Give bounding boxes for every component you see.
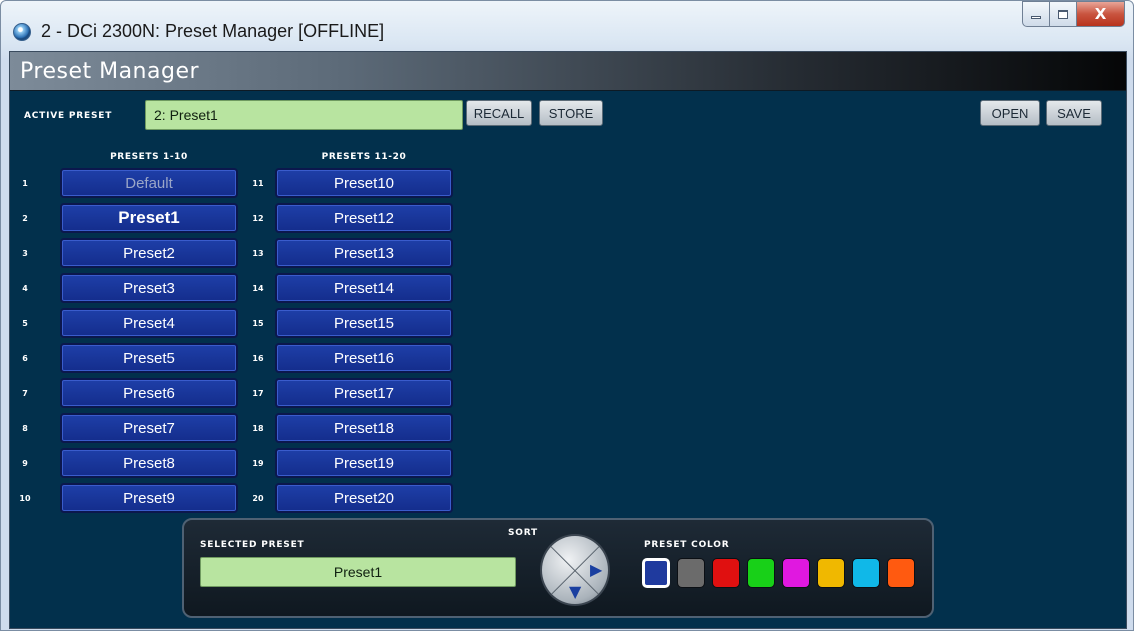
header-bar: Preset Manager bbox=[10, 52, 1126, 91]
color-swatch[interactable] bbox=[747, 558, 775, 588]
preset-button[interactable]: Preset8 bbox=[60, 448, 238, 478]
page-title: Preset Manager bbox=[20, 59, 200, 84]
preset-button[interactable]: Preset20 bbox=[275, 483, 453, 513]
preset-number: 13 bbox=[252, 249, 264, 258]
color-swatch[interactable] bbox=[712, 558, 740, 588]
sort-dial[interactable]: ▶ ▼ bbox=[540, 534, 610, 606]
preset-number: 12 bbox=[252, 214, 264, 223]
window-title: 2 - DCi 2300N: Preset Manager [OFFLINE] bbox=[41, 21, 385, 41]
preset-manager-window: 2 - DCi 2300N: Preset Manager [OFFLINE] … bbox=[0, 0, 1134, 631]
open-button[interactable]: OPEN bbox=[980, 100, 1040, 126]
arrow-down-icon[interactable]: ▼ bbox=[569, 584, 581, 600]
store-button[interactable]: STORE bbox=[539, 100, 603, 126]
preset-button[interactable]: Preset1 bbox=[60, 203, 238, 233]
preset-button[interactable]: Preset16 bbox=[275, 343, 453, 373]
preset-number: 9 bbox=[22, 459, 28, 468]
presets-11-20-heading: PRESETS 11-20 bbox=[321, 152, 407, 162]
preset-button[interactable]: Preset6 bbox=[60, 378, 238, 408]
selected-preset-field[interactable]: Preset1 bbox=[200, 557, 516, 587]
preset-details-panel: SELECTED PRESET Preset1 SORT ▶ ▼ PRESET … bbox=[182, 518, 934, 618]
preset-button[interactable]: Preset9 bbox=[60, 483, 238, 513]
presets-1-10-heading: PRESETS 1-10 bbox=[110, 152, 188, 162]
app-icon bbox=[13, 23, 31, 41]
close-icon: X bbox=[1094, 5, 1107, 23]
preset-number: 10 bbox=[19, 494, 31, 503]
preset-number: 17 bbox=[252, 389, 264, 398]
preset-button[interactable]: Preset19 bbox=[275, 448, 453, 478]
preset-number: 19 bbox=[252, 459, 264, 468]
active-preset-label: ACTIVE PRESET bbox=[24, 111, 113, 121]
preset-number: 7 bbox=[22, 389, 28, 398]
title-bar: 2 - DCi 2300N: Preset Manager [OFFLINE] … bbox=[1, 1, 1134, 51]
preset-number: 3 bbox=[22, 249, 28, 258]
selected-preset-label: SELECTED PRESET bbox=[200, 540, 305, 550]
preset-button[interactable]: Preset3 bbox=[60, 273, 238, 303]
preset-number: 15 bbox=[252, 319, 264, 328]
preset-button[interactable]: Preset7 bbox=[60, 413, 238, 443]
window-controls: X bbox=[1022, 1, 1125, 27]
preset-number: 5 bbox=[22, 319, 28, 328]
maximize-icon bbox=[1058, 9, 1068, 19]
preset-color-label: PRESET COLOR bbox=[644, 540, 730, 550]
preset-button[interactable]: Preset10 bbox=[275, 168, 453, 198]
preset-number: 14 bbox=[252, 284, 264, 293]
preset-button[interactable]: Preset12 bbox=[275, 203, 453, 233]
arrow-right-icon[interactable]: ▶ bbox=[590, 562, 602, 578]
preset-number: 4 bbox=[22, 284, 28, 293]
preset-number: 11 bbox=[252, 179, 264, 188]
preset-button[interactable]: Preset15 bbox=[275, 308, 453, 338]
preset-number: 16 bbox=[252, 354, 264, 363]
close-button[interactable]: X bbox=[1077, 1, 1125, 27]
preset-button[interactable]: Preset17 bbox=[275, 378, 453, 408]
preset-button[interactable]: Preset13 bbox=[275, 238, 453, 268]
preset-number: 8 bbox=[22, 424, 28, 433]
preset-button[interactable]: Preset5 bbox=[60, 343, 238, 373]
maximize-button[interactable] bbox=[1050, 1, 1077, 27]
preset-button[interactable]: Preset4 bbox=[60, 308, 238, 338]
color-swatch[interactable] bbox=[852, 558, 880, 588]
preset-number: 6 bbox=[22, 354, 28, 363]
color-swatch[interactable] bbox=[782, 558, 810, 588]
color-swatch[interactable] bbox=[642, 558, 670, 588]
preset-number: 2 bbox=[22, 214, 28, 223]
color-swatch[interactable] bbox=[677, 558, 705, 588]
save-button[interactable]: SAVE bbox=[1046, 100, 1102, 126]
preset-button[interactable]: Preset14 bbox=[275, 273, 453, 303]
preset-number: 18 bbox=[252, 424, 264, 433]
active-preset-field: 2: Preset1 bbox=[145, 100, 463, 130]
minimize-button[interactable] bbox=[1022, 1, 1050, 27]
color-swatch[interactable] bbox=[887, 558, 915, 588]
recall-button[interactable]: RECALL bbox=[466, 100, 532, 126]
preset-number: 1 bbox=[22, 179, 28, 188]
minimize-icon bbox=[1031, 15, 1041, 19]
color-swatch[interactable] bbox=[817, 558, 845, 588]
preset-number: 20 bbox=[252, 494, 264, 503]
client-area: Preset Manager ACTIVE PRESET 2: Preset1 … bbox=[9, 51, 1127, 629]
preset-button[interactable]: Default bbox=[60, 168, 238, 198]
preset-button[interactable]: Preset2 bbox=[60, 238, 238, 268]
preset-button[interactable]: Preset18 bbox=[275, 413, 453, 443]
sort-label: SORT bbox=[508, 528, 538, 538]
